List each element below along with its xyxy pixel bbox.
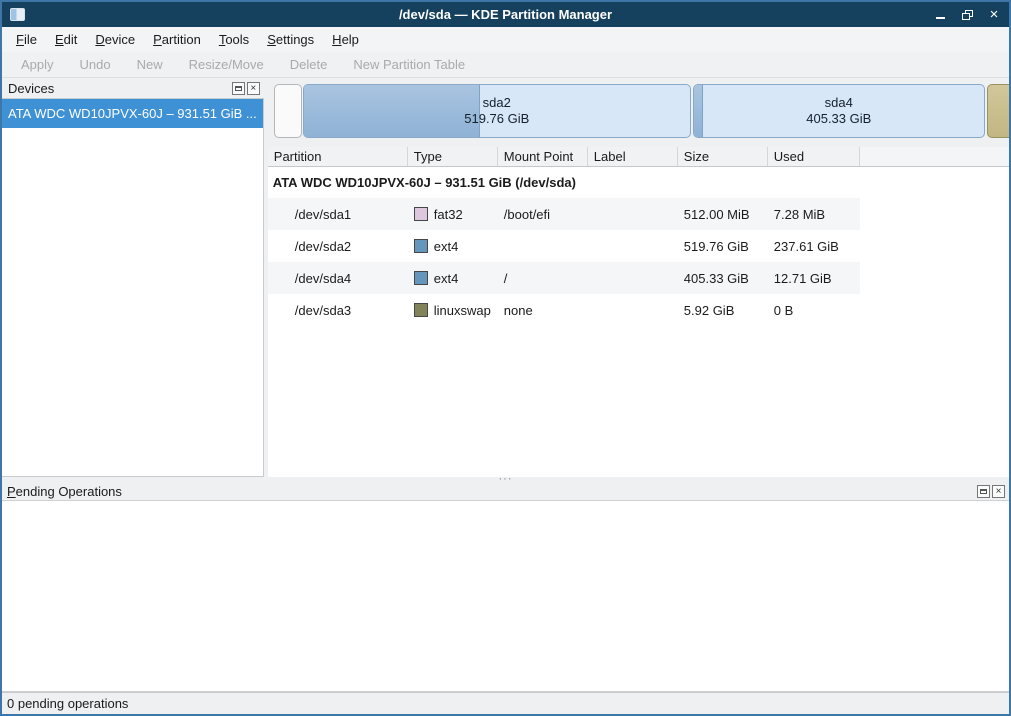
menu-item-file[interactable]: File bbox=[8, 30, 45, 49]
partition-block-sda1[interactable] bbox=[274, 84, 302, 138]
window-controls: × bbox=[933, 8, 1001, 22]
cell-type: ext4 bbox=[408, 239, 498, 254]
menu-item-edit[interactable]: Edit bbox=[47, 30, 85, 49]
cell-partition: /dev/sda1 bbox=[268, 207, 408, 222]
undo-button[interactable]: Undo bbox=[69, 55, 122, 74]
float-icon bbox=[235, 86, 242, 91]
table-row[interactable]: /dev/sda2 ext4 519.76 GiB 237.61 GiB bbox=[268, 230, 860, 262]
close-icon: × bbox=[250, 83, 256, 94]
minimize-icon bbox=[936, 17, 945, 19]
cell-used: 0 B bbox=[768, 303, 860, 318]
device-item-selected[interactable]: ATA WDC WD10JPVX-60J – 931.51 GiB ... bbox=[2, 99, 263, 128]
cell-used: 237.61 GiB bbox=[768, 239, 860, 254]
cell-used: 7.28 MiB bbox=[768, 207, 860, 222]
column-header-filler bbox=[860, 147, 1009, 166]
menu-item-device[interactable]: Device bbox=[87, 30, 143, 49]
titlebar[interactable]: /dev/sda — KDE Partition Manager × bbox=[2, 2, 1009, 27]
cell-size: 519.76 GiB bbox=[678, 239, 768, 254]
pending-dock-header: Pending Operations × bbox=[2, 482, 1009, 500]
pending-operations-dock: Pending Operations × bbox=[2, 482, 1009, 692]
filesystem-swatch bbox=[414, 239, 428, 253]
column-header-size[interactable]: Size bbox=[678, 147, 768, 166]
cell-mount-point: none bbox=[498, 303, 588, 318]
float-icon bbox=[980, 489, 987, 494]
column-header-used[interactable]: Used bbox=[768, 147, 860, 166]
devices-dock-title: Devices bbox=[8, 81, 232, 96]
column-header-label[interactable]: Label bbox=[588, 147, 678, 166]
filesystem-swatch bbox=[414, 207, 428, 221]
partition-block-sda2[interactable]: sda2 519.76 GiB bbox=[303, 84, 691, 138]
devices-close-button[interactable]: × bbox=[247, 82, 260, 95]
table-row[interactable]: /dev/sda1 fat32 /boot/efi 512.00 MiB 7.2… bbox=[268, 198, 860, 230]
cell-size: 5.92 GiB bbox=[678, 303, 768, 318]
partition-table: Partition Type Mount Point Label Size Us… bbox=[268, 147, 1009, 477]
partition-name: sda2 bbox=[483, 95, 511, 111]
restore-button[interactable] bbox=[960, 8, 974, 22]
partition-bar-area: sda2 519.76 GiB sda4 405.33 GiB bbox=[268, 78, 1009, 147]
cell-partition: /dev/sda3 bbox=[268, 303, 408, 318]
restore-icon bbox=[962, 10, 973, 20]
resize-move-button[interactable]: Resize/Move bbox=[178, 55, 275, 74]
devices-dock: Devices × ATA WDC WD10JPVX-60J – 931.51 … bbox=[2, 78, 264, 477]
new-button[interactable]: New bbox=[126, 55, 174, 74]
column-header-partition[interactable]: Partition bbox=[268, 147, 408, 166]
cell-size: 512.00 MiB bbox=[678, 207, 768, 222]
table-empty-area bbox=[268, 326, 1009, 477]
partition-size: 405.33 GiB bbox=[806, 111, 871, 127]
window-title: /dev/sda — KDE Partition Manager bbox=[2, 7, 1009, 22]
partition-size: 519.76 GiB bbox=[464, 111, 529, 127]
device-group-header[interactable]: ATA WDC WD10JPVX-60J – 931.51 GiB (/dev/… bbox=[268, 167, 1009, 198]
pending-close-button[interactable]: × bbox=[992, 485, 1005, 498]
column-header-mount-point[interactable]: Mount Point bbox=[498, 147, 588, 166]
pending-operations-count: 0 pending operations bbox=[7, 696, 128, 711]
close-icon: × bbox=[990, 8, 999, 22]
main-area: Devices × ATA WDC WD10JPVX-60J – 931.51 … bbox=[2, 78, 1009, 477]
table-row[interactable]: /dev/sda3 linuxswap none 5.92 GiB 0 B bbox=[268, 294, 860, 326]
delete-button[interactable]: Delete bbox=[279, 55, 339, 74]
devices-dock-header: Devices × bbox=[2, 78, 264, 98]
close-button[interactable]: × bbox=[987, 8, 1001, 22]
cell-used: 12.71 GiB bbox=[768, 271, 860, 286]
cell-mount-point: / bbox=[498, 271, 588, 286]
cell-type: linuxswap bbox=[408, 303, 498, 318]
table-header: Partition Type Mount Point Label Size Us… bbox=[268, 147, 1009, 167]
partition-block-label: sda2 519.76 GiB bbox=[304, 85, 690, 137]
column-header-type[interactable]: Type bbox=[408, 147, 498, 166]
minimize-button[interactable] bbox=[933, 8, 947, 22]
devices-float-button[interactable] bbox=[232, 82, 245, 95]
device-partition-bar: sda2 519.76 GiB sda4 405.33 GiB bbox=[270, 84, 1008, 140]
devices-list: ATA WDC WD10JPVX-60J – 931.51 GiB ... bbox=[2, 98, 264, 477]
cell-partition: /dev/sda4 bbox=[268, 271, 408, 286]
cell-type: fat32 bbox=[408, 207, 498, 222]
pending-operations-list bbox=[2, 500, 1009, 692]
cell-type: ext4 bbox=[408, 271, 498, 286]
table-row[interactable]: /dev/sda4 ext4 / 405.33 GiB 12.71 GiB bbox=[268, 262, 860, 294]
partition-block-sda4[interactable]: sda4 405.33 GiB bbox=[693, 84, 985, 138]
menu-item-help[interactable]: Help bbox=[324, 30, 367, 49]
menu-item-partition[interactable]: Partition bbox=[145, 30, 209, 49]
toolbar: Apply Undo New Resize/Move Delete New Pa… bbox=[2, 52, 1009, 78]
close-icon: × bbox=[996, 486, 1002, 497]
apply-button[interactable]: Apply bbox=[10, 55, 65, 74]
statusbar: 0 pending operations bbox=[2, 692, 1009, 714]
partition-block-sda3[interactable] bbox=[987, 84, 1011, 138]
menubar: File Edit Device Partition Tools Setting… bbox=[2, 27, 1009, 52]
menu-item-tools[interactable]: Tools bbox=[211, 30, 257, 49]
app-window: /dev/sda — KDE Partition Manager × File … bbox=[0, 0, 1011, 716]
cell-size: 405.33 GiB bbox=[678, 271, 768, 286]
content-pane: sda2 519.76 GiB sda4 405.33 GiB bbox=[268, 78, 1009, 477]
pending-float-button[interactable] bbox=[977, 485, 990, 498]
filesystem-swatch bbox=[414, 271, 428, 285]
partition-block-label: sda4 405.33 GiB bbox=[694, 85, 984, 137]
new-partition-table-button[interactable]: New Partition Table bbox=[342, 55, 476, 74]
filesystem-swatch bbox=[414, 303, 428, 317]
cell-mount-point: /boot/efi bbox=[498, 207, 588, 222]
pending-dock-title: Pending Operations bbox=[7, 484, 977, 499]
partition-name: sda4 bbox=[825, 95, 853, 111]
menu-item-settings[interactable]: Settings bbox=[259, 30, 322, 49]
cell-partition: /dev/sda2 bbox=[268, 239, 408, 254]
